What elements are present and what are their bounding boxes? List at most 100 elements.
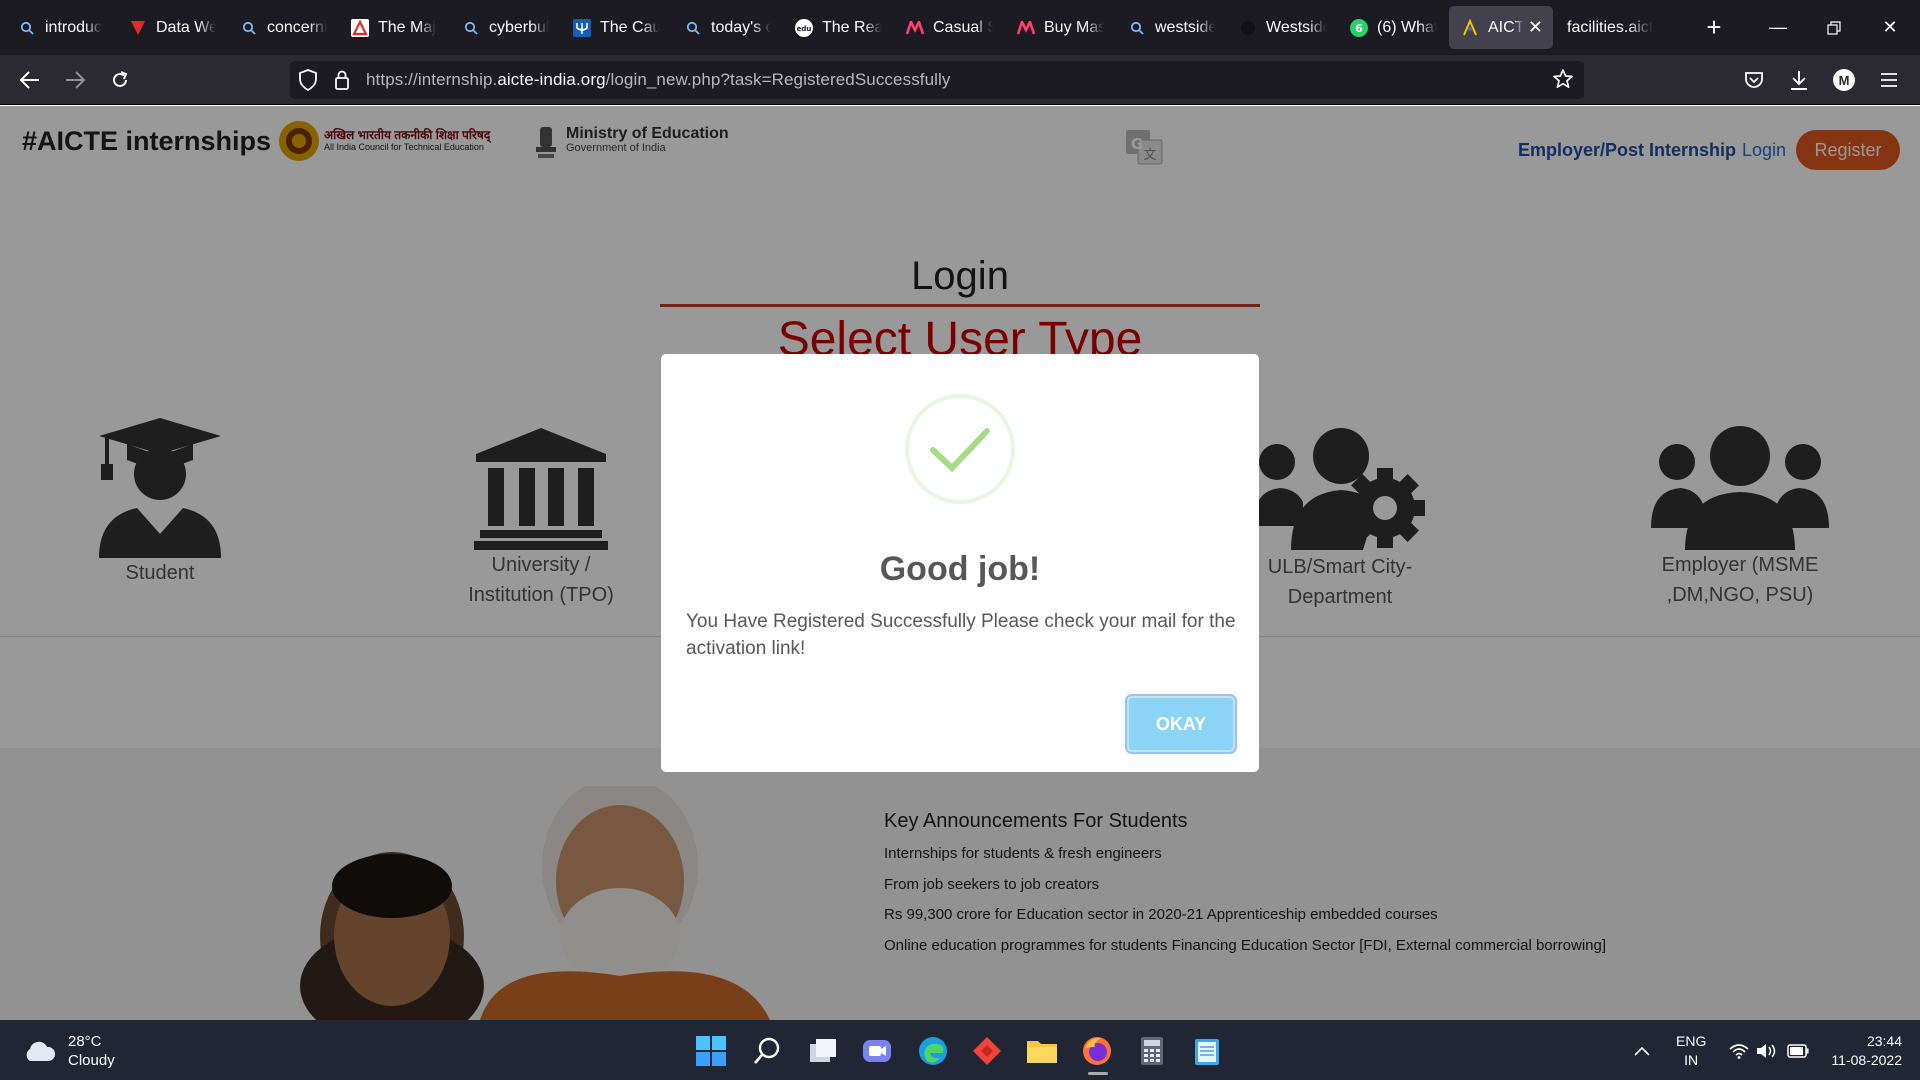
menu-button[interactable]: [1870, 61, 1908, 99]
close-tab-icon[interactable]: ✕: [1528, 17, 1543, 38]
browser-tab[interactable]: Data We: [117, 6, 226, 49]
tab-title: today's c: [711, 18, 771, 36]
forward-button[interactable]: [56, 61, 94, 99]
input-language-indicator[interactable]: ENG IN: [1676, 1032, 1706, 1070]
account-button[interactable]: M: [1825, 61, 1863, 99]
active-app-indicator: [1088, 1072, 1108, 1075]
battery-status[interactable]: [1784, 1032, 1812, 1070]
red-triangle-favicon: [351, 18, 369, 37]
myntra-favicon: [906, 19, 924, 37]
tab-title: westside: [1155, 18, 1215, 36]
tab-title: concerni: [267, 18, 327, 36]
tab-title: Casual S: [933, 18, 993, 36]
calculator-button[interactable]: [1133, 1032, 1171, 1070]
aicte-favicon: [1461, 18, 1479, 37]
pocket-icon: [1745, 72, 1763, 88]
file-explorer-button[interactable]: [1023, 1032, 1061, 1070]
back-button[interactable]: [11, 61, 49, 99]
westside-favicon: [1239, 19, 1257, 37]
browser-tab[interactable]: introduc: [6, 6, 115, 49]
weather-temperature: 28°C: [68, 1033, 102, 1050]
browser-tab[interactable]: Westside: [1227, 6, 1336, 49]
myntra-favicon: [1017, 19, 1035, 37]
bookmark-star-icon[interactable]: [1552, 68, 1574, 95]
forward-arrow-icon: [66, 71, 85, 89]
chat-icon: [863, 1040, 891, 1062]
tab-title: introduc: [45, 18, 102, 36]
clock-date: 11-08-2022: [1831, 1052, 1902, 1068]
okay-button[interactable]: OKAY: [1127, 696, 1235, 752]
windows-taskbar: 28°C Cloudy ENG IN 23:44 11-08-2022: [0, 1020, 1920, 1080]
search-icon: [18, 19, 36, 37]
address-bar[interactable]: https://internship.aicte-india.org/login…: [290, 61, 1584, 99]
tab-title: cyberbul: [489, 18, 549, 36]
minimize-button[interactable]: —: [1750, 0, 1806, 55]
browser-tab[interactable]: concerni: [228, 6, 337, 49]
language-code: ENG: [1676, 1033, 1707, 1049]
volume-control[interactable]: [1754, 1032, 1780, 1070]
task-view-icon: [810, 1039, 836, 1062]
task-view-button[interactable]: [804, 1032, 842, 1070]
search-icon: [240, 19, 258, 37]
edu-favicon: edu: [795, 18, 813, 37]
reload-button[interactable]: [101, 61, 139, 99]
browser-tab[interactable]: The Cau: [561, 6, 670, 49]
region-code: IN: [1684, 1052, 1699, 1068]
browser-tab[interactable]: cyberbul: [450, 6, 559, 49]
teams-chat-button[interactable]: [858, 1032, 896, 1070]
shield-icon[interactable]: [298, 69, 318, 96]
tab-title: The Maj: [378, 18, 436, 36]
browser-tab[interactable]: The Maj: [339, 6, 448, 49]
network-status[interactable]: [1726, 1032, 1752, 1070]
browser-nav-bar: https://internship.aicte-india.org/login…: [0, 55, 1920, 105]
restore-icon: [1827, 20, 1841, 35]
browser-tab[interactable]: edu The Real: [783, 6, 892, 49]
windows-logo-icon: [696, 1036, 726, 1066]
lock-icon[interactable]: [334, 69, 350, 96]
tab-title: Buy Mas: [1044, 18, 1104, 36]
search-icon: [462, 19, 480, 37]
browser-tab-bar: introduc Data We concerni The Maj cyberb…: [0, 0, 1920, 55]
svg-text:edu: edu: [797, 25, 812, 33]
calculator-icon: [1141, 1037, 1163, 1065]
browser-tab[interactable]: Buy Mas: [1005, 6, 1114, 49]
svg-text:6: 6: [1355, 22, 1363, 35]
download-icon: [1791, 71, 1807, 90]
start-button[interactable]: [692, 1032, 730, 1070]
anydesk-icon: [973, 1037, 1001, 1065]
search-icon: [684, 19, 702, 37]
anydesk-button[interactable]: [968, 1032, 1006, 1070]
close-window-button[interactable]: ✕: [1862, 0, 1918, 55]
screen: introduc Data We concerni The Maj cyberb…: [0, 0, 1920, 1080]
browser-tab[interactable]: today's c: [672, 6, 781, 49]
cloud-icon: [26, 1041, 56, 1061]
weather-widget[interactable]: 28°C Cloudy: [22, 1032, 115, 1070]
show-hidden-icons-button[interactable]: [1630, 1032, 1654, 1070]
pocket-button[interactable]: [1735, 61, 1773, 99]
browser-tab[interactable]: Casual S: [894, 6, 1003, 49]
url-text[interactable]: https://internship.aicte-india.org/login…: [366, 70, 951, 90]
edge-browser-button[interactable]: [914, 1032, 952, 1070]
browser-tab[interactable]: westside: [1116, 6, 1225, 49]
tab-title: Data We: [156, 18, 216, 36]
tab-title: AICTE: [1488, 18, 1524, 36]
speaker-icon: [1757, 1044, 1776, 1058]
system-clock[interactable]: 23:44 11-08-2022: [1826, 1032, 1902, 1070]
wifi-icon: [1729, 1044, 1749, 1059]
browser-tab[interactable]: 6 (6) What: [1338, 6, 1447, 49]
url-domain: aicte-india.org: [497, 70, 606, 89]
url-prefix: https://internship.: [366, 70, 498, 89]
new-tab-button[interactable]: +: [1699, 12, 1729, 43]
clock-time: 23:44: [1866, 1033, 1902, 1049]
back-arrow-icon: [20, 71, 39, 89]
downloads-button[interactable]: [1780, 61, 1818, 99]
taskbar-search-button[interactable]: [748, 1032, 786, 1070]
url-path: /login_new.php?task=RegisteredSuccessful…: [605, 70, 951, 89]
browser-tab-active[interactable]: AICTE ✕: [1449, 6, 1553, 49]
tab-title: facilities.aict: [1567, 18, 1654, 36]
restore-button[interactable]: [1806, 0, 1862, 55]
success-check-icon: [905, 394, 1015, 504]
browser-tab[interactable]: facilities.aict: [1555, 6, 1681, 49]
notepad-button[interactable]: [1188, 1032, 1226, 1070]
firefox-button[interactable]: [1078, 1032, 1116, 1070]
